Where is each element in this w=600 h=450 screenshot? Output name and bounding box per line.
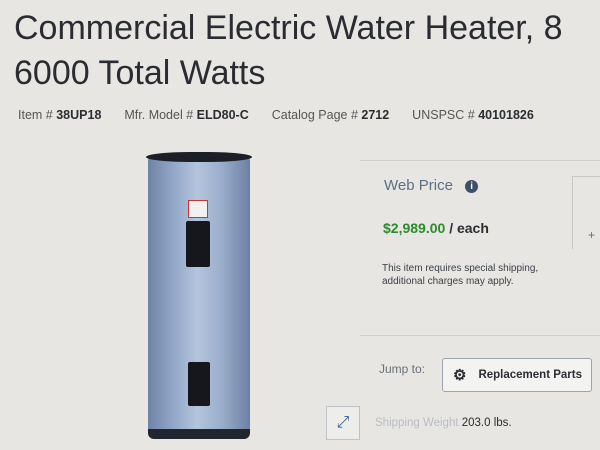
model-value: ELD80-C <box>196 108 249 122</box>
divider-top <box>360 160 600 161</box>
shipping-weight: Shipping Weight 203.0 lbs. <box>375 417 512 429</box>
jump-to-label: Jump to: <box>379 362 426 376</box>
product-image <box>146 152 252 439</box>
gear-icon: ⚙ <box>453 367 467 384</box>
product-title-line1: Commercial Electric Water Heater, 8 <box>14 9 563 47</box>
plus-icon[interactable]: + <box>588 228 595 242</box>
quantity-box-edge[interactable] <box>572 176 600 249</box>
price-row: $2,989.00 / each <box>383 220 489 236</box>
unspsc-label: UNSPSC # <box>412 108 475 122</box>
shipping-weight-value: 203.0 lbs. <box>461 417 512 429</box>
item-label: Item # <box>18 108 53 122</box>
expand-icon[interactable]: ⤢ <box>326 406 360 440</box>
item-value: 38UP18 <box>56 108 102 122</box>
product-title-line2: 6000 Total Watts <box>14 54 266 92</box>
shipping-weight-label: Shipping Weight <box>375 417 459 429</box>
info-icon[interactable]: i <box>465 180 479 193</box>
replacement-parts-button[interactable]: ⚙ Replacement Parts <box>442 358 592 392</box>
product-title: Commercial Electric Water Heater, 8 6000… <box>14 6 600 96</box>
brand-label <box>188 200 208 218</box>
web-price-row: Web Price i <box>384 177 479 194</box>
product-meta: Item # 38UP18 Mfr. Model # ELD80-C Catal… <box>18 108 534 122</box>
replacement-parts-label: Replacement Parts <box>478 369 582 381</box>
web-price-label: Web Price <box>384 177 453 194</box>
shipping-note: This item requires special shipping, add… <box>382 263 539 287</box>
model-label: Mfr. Model # <box>124 108 194 122</box>
unspsc-value: 40101826 <box>478 108 534 122</box>
lower-access-panel <box>188 362 210 406</box>
tank-top <box>146 152 252 162</box>
catalog-label[interactable]: Catalog Page # <box>272 108 358 122</box>
catalog-value[interactable]: 2712 <box>361 108 389 122</box>
price-value: $2,989.00 <box>383 220 446 236</box>
tank-base <box>148 429 250 439</box>
divider-mid <box>360 335 600 336</box>
price-unit: / each <box>449 220 489 236</box>
upper-access-panel <box>186 221 210 267</box>
